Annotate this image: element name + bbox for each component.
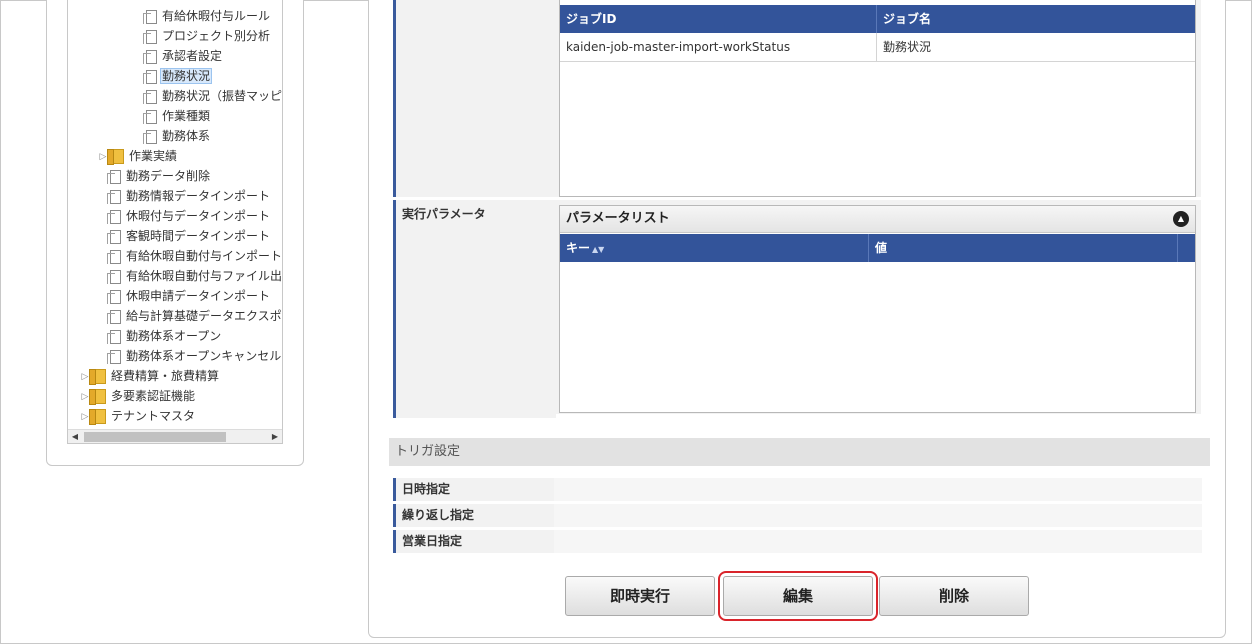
- tree-item-label: 勤務情報データインポート: [126, 189, 271, 203]
- page-icon: [107, 249, 121, 264]
- page-icon: [107, 169, 121, 184]
- tree-item-label: 有給休暇自動付与ファイル出: [126, 269, 283, 283]
- page-icon: [143, 109, 157, 124]
- tree-item-label: 勤務体系オープン: [126, 329, 222, 343]
- page-icon: [143, 69, 157, 84]
- tree-item-label: 作業実績: [129, 149, 178, 163]
- tree-page-item[interactable]: 休暇申請データインポート: [96, 286, 272, 306]
- page-icon: [107, 289, 121, 304]
- parameter-list-grid: パラメータリスト ▲ キー ▲▼ 値: [559, 205, 1196, 413]
- job-name-cell: 勤務状況: [883, 40, 932, 54]
- tree-page-item[interactable]: 勤務体系: [132, 126, 212, 146]
- page-icon: [143, 29, 157, 44]
- tree-page-item[interactable]: 勤務状況（振替マッピ: [132, 86, 283, 106]
- tree-page-item[interactable]: 有給休暇付与ルール: [132, 6, 272, 26]
- tree-item-label: 客観時間データインポート: [126, 229, 271, 243]
- tree-page-item[interactable]: プロジェクト別分析: [132, 26, 272, 46]
- tree-item-label: 給与計算基礎データエクスポ: [126, 309, 282, 323]
- page-icon: [107, 229, 121, 244]
- page-icon: [107, 189, 121, 204]
- job-detail-panel: ジョブID ジョブ名 kaiden-job-master-import-work…: [368, 0, 1226, 638]
- page-icon: [107, 309, 121, 324]
- sort-icon[interactable]: ▲▼: [592, 245, 604, 254]
- page-icon: [107, 349, 121, 364]
- job-list-header: ジョブID ジョブ名: [560, 5, 1195, 33]
- tree-page-item[interactable]: 作業種類: [132, 106, 212, 126]
- parameter-list-title-text: パラメータリスト: [566, 211, 670, 226]
- trigger-label-repeat: 繰り返し指定: [393, 504, 558, 527]
- tree-item-label: 承認者設定: [162, 49, 223, 63]
- parameter-list-header: キー ▲▼ 値: [560, 234, 1195, 262]
- exec-params-label: 実行パラメータ: [393, 200, 556, 418]
- tree-page-item[interactable]: 有給休暇自動付与インポート: [96, 246, 283, 266]
- page-icon: [143, 49, 157, 64]
- trigger-settings-section: トリガ設定: [389, 438, 1210, 466]
- tree-item-label: 有給休暇自動付与インポート: [126, 249, 283, 263]
- page-icon: [143, 89, 157, 104]
- scroll-left-icon[interactable]: ◀: [68, 430, 82, 443]
- scrollbar-thumb[interactable]: [84, 432, 226, 442]
- trigger-value-repeat: [554, 504, 1202, 527]
- trigger-value-business-day: [554, 530, 1202, 553]
- trigger-label-datetime: 日時指定: [393, 478, 558, 501]
- parameter-list-title: パラメータリスト ▲: [560, 206, 1195, 233]
- scroll-right-icon[interactable]: ▶: [268, 430, 282, 443]
- tree-item-label: 経費精算・旅費精算: [111, 369, 220, 383]
- tree-page-item[interactable]: 給与計算基礎データエクスポ: [96, 306, 282, 326]
- tree-page-item[interactable]: 客観時間データインポート: [96, 226, 272, 246]
- edit-button[interactable]: 編集: [718, 571, 878, 621]
- tree-item-label: 休暇付与データインポート: [126, 209, 271, 223]
- tree-item-label: 休暇申請データインポート: [126, 289, 271, 303]
- tree-page-item[interactable]: 勤務データ削除: [96, 166, 212, 186]
- tree-item-label: 作業種類: [162, 109, 211, 123]
- folder-icon: [89, 409, 106, 425]
- menu-tree: 有給休暇付与ルール プロジェクト別分析 承認者設定勤務状況勤務状況（振替マッピ 作業種…: [67, 0, 283, 444]
- tree-folder-item[interactable]: ▷ 経費精算・旅費精算: [78, 366, 221, 386]
- tree-page-item[interactable]: 休暇付与データインポート: [96, 206, 272, 226]
- tree-item-label: 有給休暇付与ルール: [162, 9, 271, 23]
- trigger-label-business-day: 営業日指定: [393, 530, 558, 553]
- tree-page-item[interactable]: 承認者設定: [132, 46, 224, 66]
- tree-page-item[interactable]: 勤務体系オープンキャンセル: [96, 346, 282, 366]
- tree-page-item[interactable]: 勤務体系オープン: [96, 326, 223, 346]
- job-list-grid: ジョブID ジョブ名 kaiden-job-master-import-work…: [559, 0, 1196, 197]
- tree-page-item[interactable]: 有給休暇自動付与ファイル出: [96, 266, 283, 286]
- table-row[interactable]: kaiden-job-master-import-workStatus 勤務状況: [560, 33, 1195, 62]
- tree-item-label: 勤務データ削除: [126, 169, 211, 183]
- tree-item-label: 勤務体系: [162, 129, 211, 143]
- column-header-value[interactable]: 値: [869, 234, 1178, 262]
- tree-item-label: 勤務状況: [160, 68, 213, 84]
- tree-horizontal-scrollbar[interactable]: ◀ ▶: [68, 429, 282, 443]
- folder-icon: [107, 149, 124, 165]
- tree-item-label: 勤務体系オープンキャンセル: [126, 349, 282, 363]
- column-header-job-id[interactable]: ジョブID: [560, 5, 877, 33]
- job-list-label-cell: [393, 0, 556, 197]
- column-header-key-text: キー: [566, 241, 591, 255]
- tree-folder-item[interactable]: ▷ 作業実績: [96, 146, 179, 166]
- tree-item-label: 多要素認証機能: [111, 389, 196, 403]
- run-now-button[interactable]: 即時実行: [565, 576, 715, 616]
- column-header-job-name[interactable]: ジョブ名: [877, 5, 1189, 33]
- page-icon: [143, 9, 157, 24]
- page-icon: [143, 129, 157, 144]
- page-icon: [107, 209, 121, 224]
- tree-page-item[interactable]: 勤務状況: [132, 66, 213, 86]
- job-id-cell: kaiden-job-master-import-workStatus: [560, 33, 877, 61]
- folder-icon: [89, 389, 106, 405]
- menu-tree-panel: 有給休暇付与ルール プロジェクト別分析 承認者設定勤務状況勤務状況（振替マッピ 作業種…: [46, 0, 304, 466]
- page-icon: [107, 329, 121, 344]
- delete-button[interactable]: 削除: [879, 576, 1029, 616]
- collapse-up-icon[interactable]: ▲: [1173, 211, 1189, 227]
- tree-folder-item[interactable]: ▷ テナントマスタ: [78, 406, 197, 426]
- tree-item-label: テナントマスタ: [111, 409, 196, 423]
- column-header-key[interactable]: キー ▲▼: [560, 234, 869, 262]
- tree-page-item[interactable]: 勤務情報データインポート: [96, 186, 272, 206]
- trigger-value-datetime: [554, 478, 1202, 501]
- tree-item-label: プロジェクト別分析: [162, 29, 271, 43]
- folder-icon: [89, 369, 106, 385]
- page-icon: [107, 269, 121, 284]
- tree-folder-item[interactable]: ▷ 多要素認証機能: [78, 386, 197, 406]
- tree-item-label: 勤務状況（振替マッピ: [162, 89, 283, 103]
